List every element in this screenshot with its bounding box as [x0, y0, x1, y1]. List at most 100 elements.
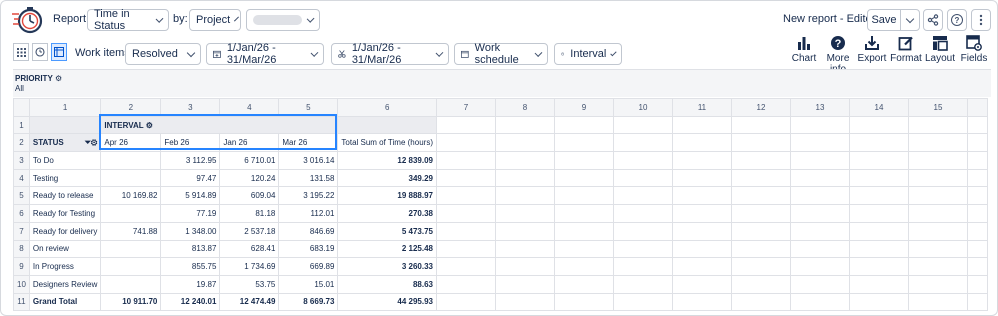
empty-cell[interactable]	[907, 257, 968, 276]
period-header[interactable]: Feb 26	[160, 133, 221, 153]
empty-cell[interactable]	[671, 186, 732, 206]
value-cell[interactable]: 131.58	[278, 168, 339, 188]
empty-cell[interactable]	[848, 239, 909, 259]
empty-cell[interactable]	[612, 186, 673, 206]
total-cell[interactable]: 3 260.33	[337, 257, 437, 276]
value-cell[interactable]: 8 669.73	[278, 292, 339, 312]
total-cell[interactable]: 88.63	[337, 274, 437, 294]
status-cell[interactable]: Ready for delivery	[28, 221, 102, 241]
empty-cell[interactable]	[553, 168, 614, 188]
value-cell[interactable]: 1 734.69	[219, 257, 280, 276]
empty-cell[interactable]	[848, 257, 909, 276]
total-cell[interactable]: 5 473.75	[337, 221, 437, 241]
empty-cell[interactable]	[494, 204, 555, 223]
value-cell[interactable]: 19.87	[160, 274, 221, 294]
created-date-range-select[interactable]: 1/Jan/26 - 31/Mar/26	[206, 42, 324, 66]
pivot-view-button[interactable]	[51, 43, 67, 61]
empty-cell[interactable]	[848, 168, 909, 188]
total-cell[interactable]: 349.29	[337, 168, 437, 188]
time-view-button[interactable]	[32, 43, 48, 61]
value-cell[interactable]: 97.47	[160, 168, 221, 188]
empty-cell[interactable]	[789, 168, 850, 188]
value-cell[interactable]: 669.89	[278, 257, 339, 276]
status-cell[interactable]: In Progress	[28, 257, 102, 276]
value-cell[interactable]: 81.18	[219, 204, 280, 223]
value-cell[interactable]: 15.01	[278, 274, 339, 294]
value-cell[interactable]: 5 914.89	[160, 186, 221, 206]
interval-select[interactable]: Interval	[554, 43, 622, 65]
empty-cell[interactable]	[848, 274, 909, 294]
group-by-select[interactable]: Project	[189, 9, 241, 31]
value-cell[interactable]: 3 016.14	[278, 151, 339, 170]
empty-cell[interactable]	[848, 204, 909, 223]
empty-cell[interactable]	[553, 239, 614, 259]
filter-icon[interactable]: ⏷⚙	[85, 138, 98, 148]
value-cell[interactable]: 3 195.22	[278, 186, 339, 206]
empty-cell[interactable]	[553, 186, 614, 206]
value-cell[interactable]: 683.19	[278, 239, 339, 259]
value-cell[interactable]: 10 911.70	[100, 292, 162, 312]
value-cell[interactable]: 813.87	[160, 239, 221, 259]
value-cell[interactable]: 609.04	[219, 186, 280, 206]
share-button[interactable]	[923, 9, 943, 31]
value-cell[interactable]	[100, 239, 162, 259]
empty-cell[interactable]	[966, 204, 988, 223]
empty-cell[interactable]	[494, 257, 555, 276]
value-cell[interactable]: 3 112.95	[160, 151, 221, 170]
empty-cell[interactable]	[553, 292, 614, 312]
period-header[interactable]: Apr 26	[100, 133, 162, 153]
value-cell[interactable]: 53.75	[219, 274, 280, 294]
grid-view-button[interactable]	[13, 43, 29, 61]
status-cell[interactable]: On review	[28, 239, 102, 259]
value-cell[interactable]: 12 474.49	[219, 292, 280, 312]
empty-cell[interactable]	[612, 221, 673, 241]
report-type-select[interactable]: Time in Status	[87, 8, 169, 32]
empty-cell[interactable]	[789, 221, 850, 241]
value-cell[interactable]	[100, 168, 162, 188]
value-cell[interactable]: 846.69	[278, 221, 339, 241]
value-cell[interactable]: 741.88	[100, 221, 162, 241]
empty-cell[interactable]	[907, 204, 968, 223]
empty-cell[interactable]	[553, 151, 614, 170]
empty-cell[interactable]	[848, 292, 909, 312]
empty-cell[interactable]	[730, 292, 791, 312]
empty-cell[interactable]	[612, 257, 673, 276]
empty-cell[interactable]	[435, 168, 496, 188]
empty-cell[interactable]	[612, 274, 673, 294]
empty-cell[interactable]	[907, 239, 968, 259]
empty-cell[interactable]	[671, 168, 732, 188]
help-button[interactable]: ?	[947, 9, 967, 31]
value-cell[interactable]: 12 240.01	[160, 292, 221, 312]
total-header[interactable]: Total Sum of Time (hours)	[337, 133, 437, 153]
empty-cell[interactable]	[789, 204, 850, 223]
empty-cell[interactable]	[789, 292, 850, 312]
empty-cell[interactable]	[494, 221, 555, 241]
empty-cell[interactable]	[671, 274, 732, 294]
empty-cell[interactable]	[435, 257, 496, 276]
empty-cell[interactable]	[435, 151, 496, 170]
empty-cell[interactable]	[612, 168, 673, 188]
empty-cell[interactable]	[612, 204, 673, 223]
save-options-button[interactable]	[900, 9, 920, 31]
value-cell[interactable]	[100, 274, 162, 294]
empty-cell[interactable]	[553, 221, 614, 241]
period-header[interactable]: Mar 26	[278, 133, 339, 153]
empty-cell[interactable]	[671, 257, 732, 276]
more-options-button[interactable]	[971, 9, 991, 31]
empty-cell[interactable]	[553, 204, 614, 223]
value-cell[interactable]	[100, 257, 162, 276]
value-cell[interactable]: 855.75	[160, 257, 221, 276]
work-schedule-select[interactable]: Work schedule	[454, 42, 548, 66]
empty-cell[interactable]	[907, 151, 968, 170]
total-cell[interactable]: 270.38	[337, 204, 437, 223]
empty-cell[interactable]	[553, 274, 614, 294]
empty-cell[interactable]	[435, 274, 496, 294]
empty-cell[interactable]	[907, 274, 968, 294]
empty-cell[interactable]	[494, 186, 555, 206]
fields-action[interactable]: Fields	[954, 35, 994, 64]
value-cell[interactable]: 628.41	[219, 239, 280, 259]
total-cell[interactable]: 19 888.97	[337, 186, 437, 206]
empty-cell[interactable]	[966, 221, 988, 241]
value-cell[interactable]: 10 169.82	[100, 186, 162, 206]
empty-cell[interactable]	[494, 239, 555, 259]
